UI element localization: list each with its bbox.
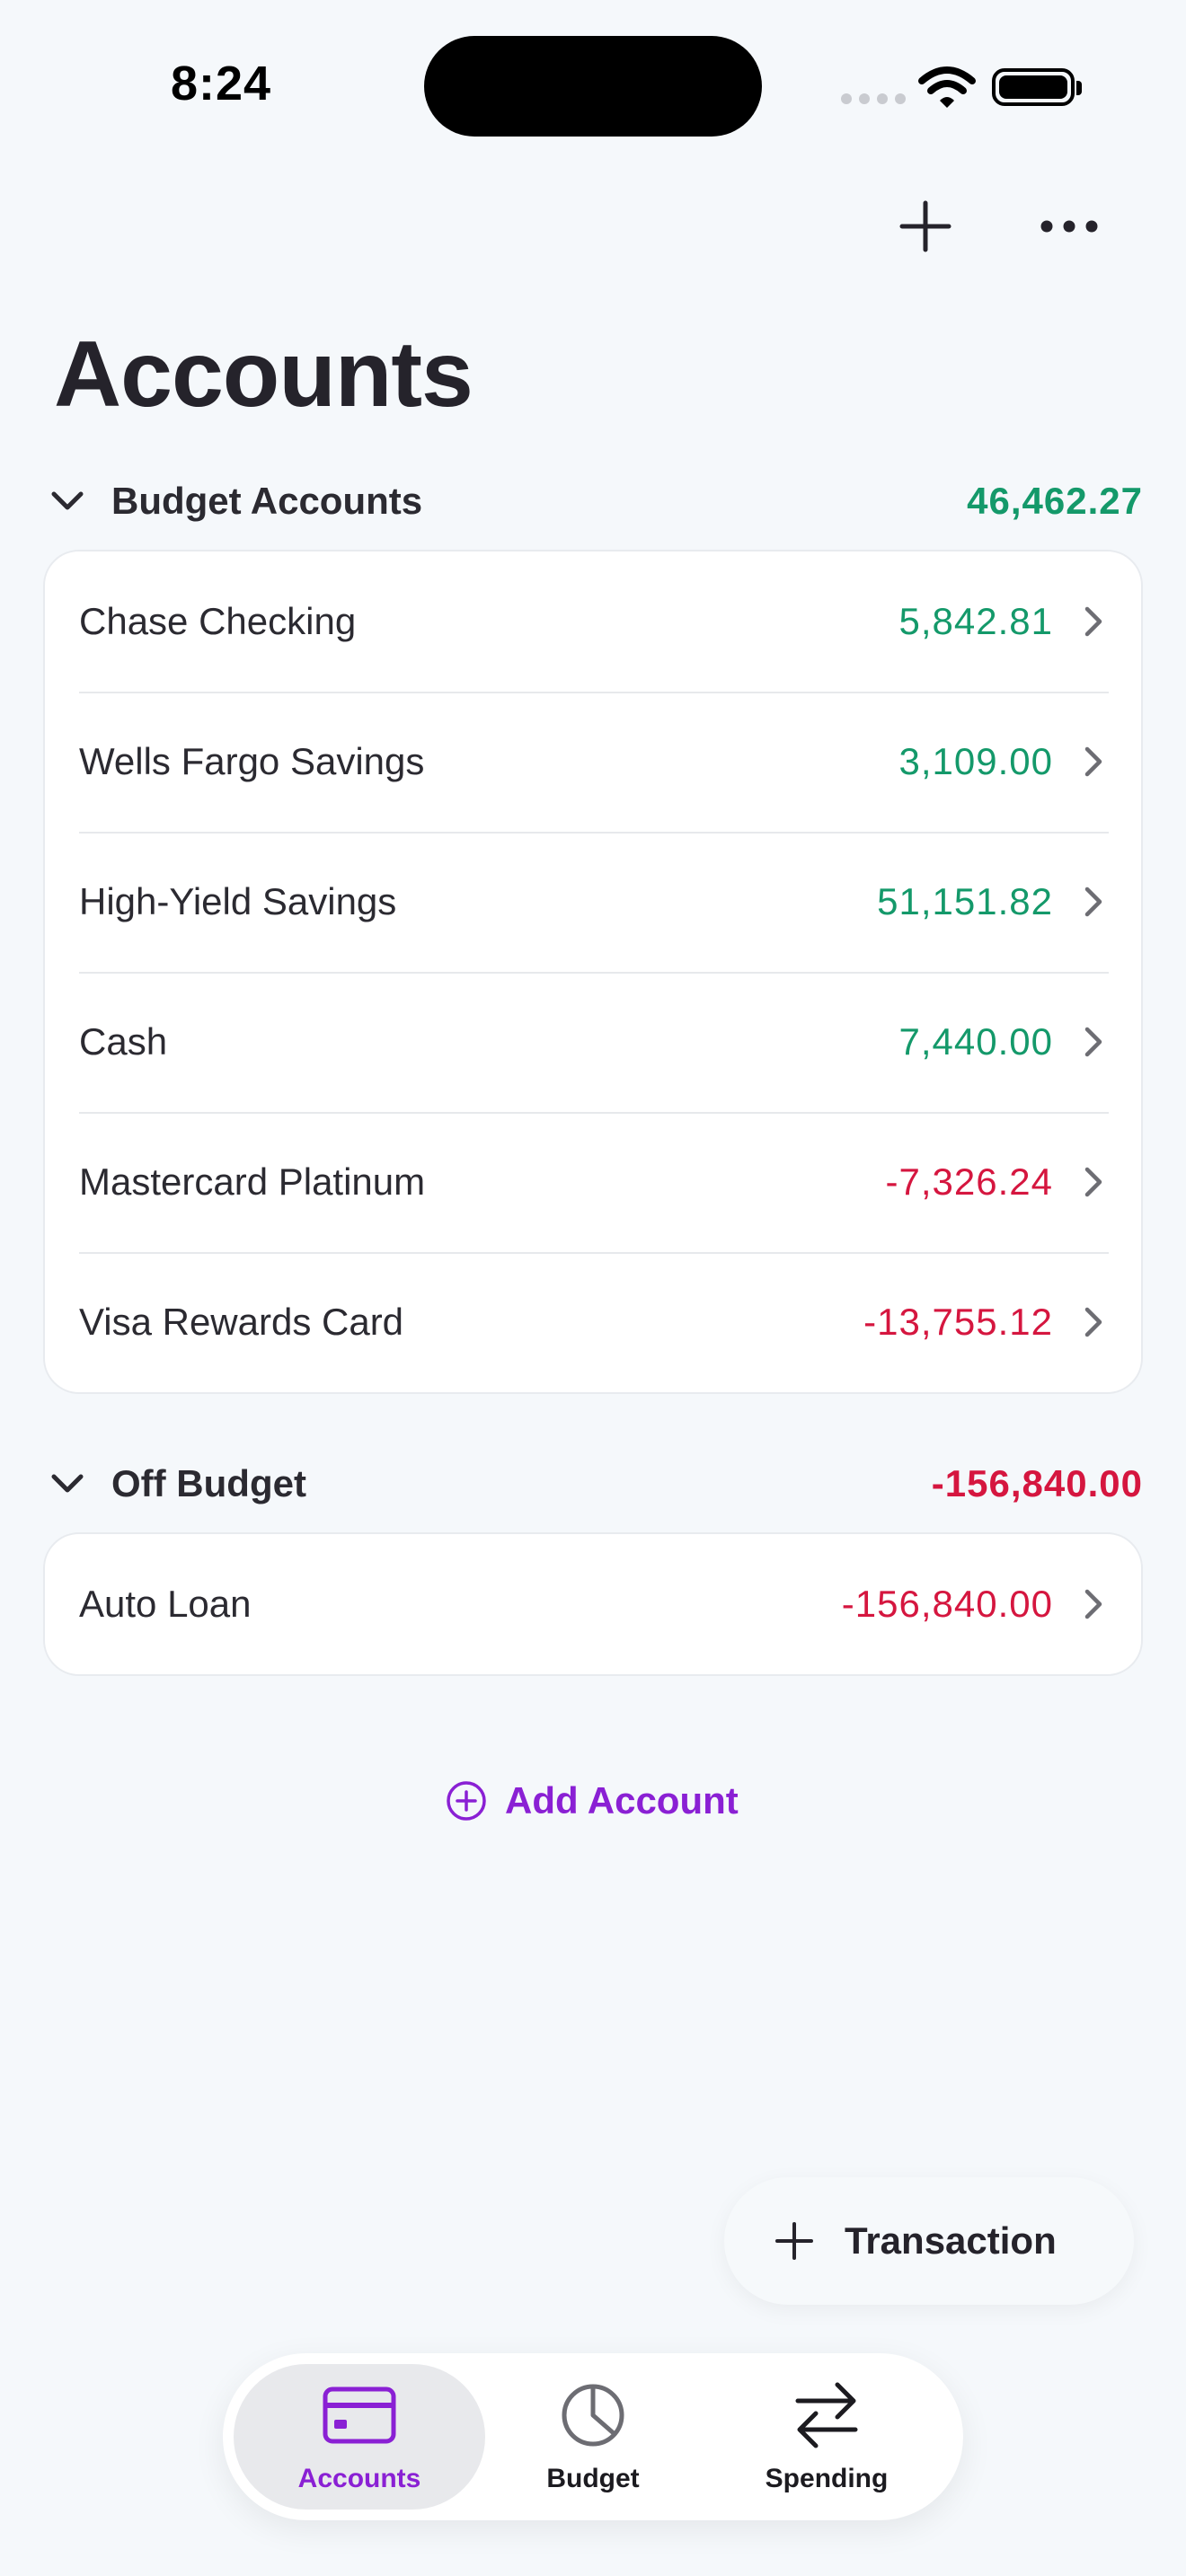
chevron-right-icon: [1080, 1586, 1107, 1622]
account-row-high-yield-savings[interactable]: High-Yield Savings 51,151.82: [45, 832, 1141, 972]
section-total: -156,840.00: [931, 1462, 1143, 1504]
account-name: Wells Fargo Savings: [79, 740, 425, 782]
section-header-off-budget[interactable]: Off Budget -156,840.00: [43, 1448, 1143, 1520]
tab-label: Budget: [546, 2464, 640, 2493]
account-row-visa-rewards-card[interactable]: Visa Rewards Card -13,755.12: [45, 1252, 1141, 1392]
ellipsis-icon: [1040, 220, 1098, 233]
section-title: Budget Accounts: [111, 480, 423, 522]
new-transaction-button[interactable]: Transaction: [724, 2177, 1134, 2305]
tab-budget[interactable]: Budget: [485, 2364, 701, 2510]
section-title: Off Budget: [111, 1462, 306, 1504]
account-name: Auto Loan: [79, 1583, 252, 1625]
account-balance: -7,326.24: [885, 1160, 1053, 1203]
plus-icon: [899, 200, 951, 252]
account-balance: 5,842.81: [898, 600, 1053, 642]
chevron-right-icon: [1080, 1024, 1107, 1060]
account-balance: -156,840.00: [841, 1583, 1053, 1625]
plus-icon: [775, 2222, 813, 2260]
account-balance: -13,755.12: [863, 1301, 1053, 1343]
account-name: Chase Checking: [79, 600, 357, 642]
tab-spending[interactable]: Spending: [701, 2364, 952, 2510]
add-account-label: Add Account: [505, 1779, 739, 1822]
status-time: 8:24: [171, 57, 272, 110]
transaction-label: Transaction: [845, 2219, 1057, 2262]
accounts-screen: 8:24 Accounts Budget Accounts 46,462.27 …: [0, 0, 1186, 2576]
chevron-down-icon: [43, 1460, 92, 1508]
account-row-mastercard-platinum[interactable]: Mastercard Platinum -7,326.24: [45, 1112, 1141, 1252]
cellular-signal-icon: [841, 93, 906, 104]
account-balance: 7,440.00: [898, 1020, 1053, 1063]
tab-bar: Accounts Budget Spending: [223, 2353, 963, 2520]
chevron-right-icon: [1080, 744, 1107, 780]
account-row-wells-fargo-savings[interactable]: Wells Fargo Savings 3,109.00: [45, 692, 1141, 832]
chevron-right-icon: [1080, 1164, 1107, 1200]
account-row-chase-checking[interactable]: Chase Checking 5,842.81: [45, 551, 1141, 692]
account-name: High-Yield Savings: [79, 880, 397, 922]
chevron-right-icon: [1080, 604, 1107, 640]
tab-accounts[interactable]: Accounts: [234, 2364, 485, 2510]
account-name: Visa Rewards Card: [79, 1301, 404, 1343]
account-row-cash[interactable]: Cash 7,440.00: [45, 972, 1141, 1112]
credit-card-icon: [320, 2379, 399, 2451]
chevron-down-icon: [43, 477, 92, 525]
wifi-icon: [918, 66, 976, 108]
battery-icon: [992, 68, 1082, 106]
off-budget-accounts-list: Auto Loan -156,840.00: [43, 1532, 1143, 1676]
account-balance: 51,151.82: [877, 880, 1053, 922]
tab-label: Accounts: [297, 2464, 421, 2493]
arrows-swap-icon: [787, 2379, 866, 2451]
section-header-budget-accounts[interactable]: Budget Accounts 46,462.27: [43, 465, 1143, 537]
account-balance: 3,109.00: [898, 740, 1053, 782]
chevron-right-icon: [1080, 884, 1107, 920]
plus-circle-icon: [447, 1781, 486, 1821]
tab-label: Spending: [765, 2464, 889, 2493]
account-name: Cash: [79, 1020, 168, 1063]
page-title: Accounts: [54, 322, 474, 427]
chevron-right-icon: [1080, 1304, 1107, 1340]
add-button[interactable]: [890, 190, 961, 262]
account-name: Mastercard Platinum: [79, 1160, 426, 1203]
dynamic-island: [424, 36, 762, 137]
budget-accounts-list: Chase Checking 5,842.81 Wells Fargo Savi…: [43, 550, 1143, 1394]
add-account-button[interactable]: Add Account: [446, 1769, 739, 1832]
section-total: 46,462.27: [967, 480, 1143, 522]
account-row-auto-loan[interactable]: Auto Loan -156,840.00: [45, 1534, 1141, 1674]
more-options-button[interactable]: [1033, 190, 1105, 262]
pie-chart-icon: [553, 2379, 633, 2451]
